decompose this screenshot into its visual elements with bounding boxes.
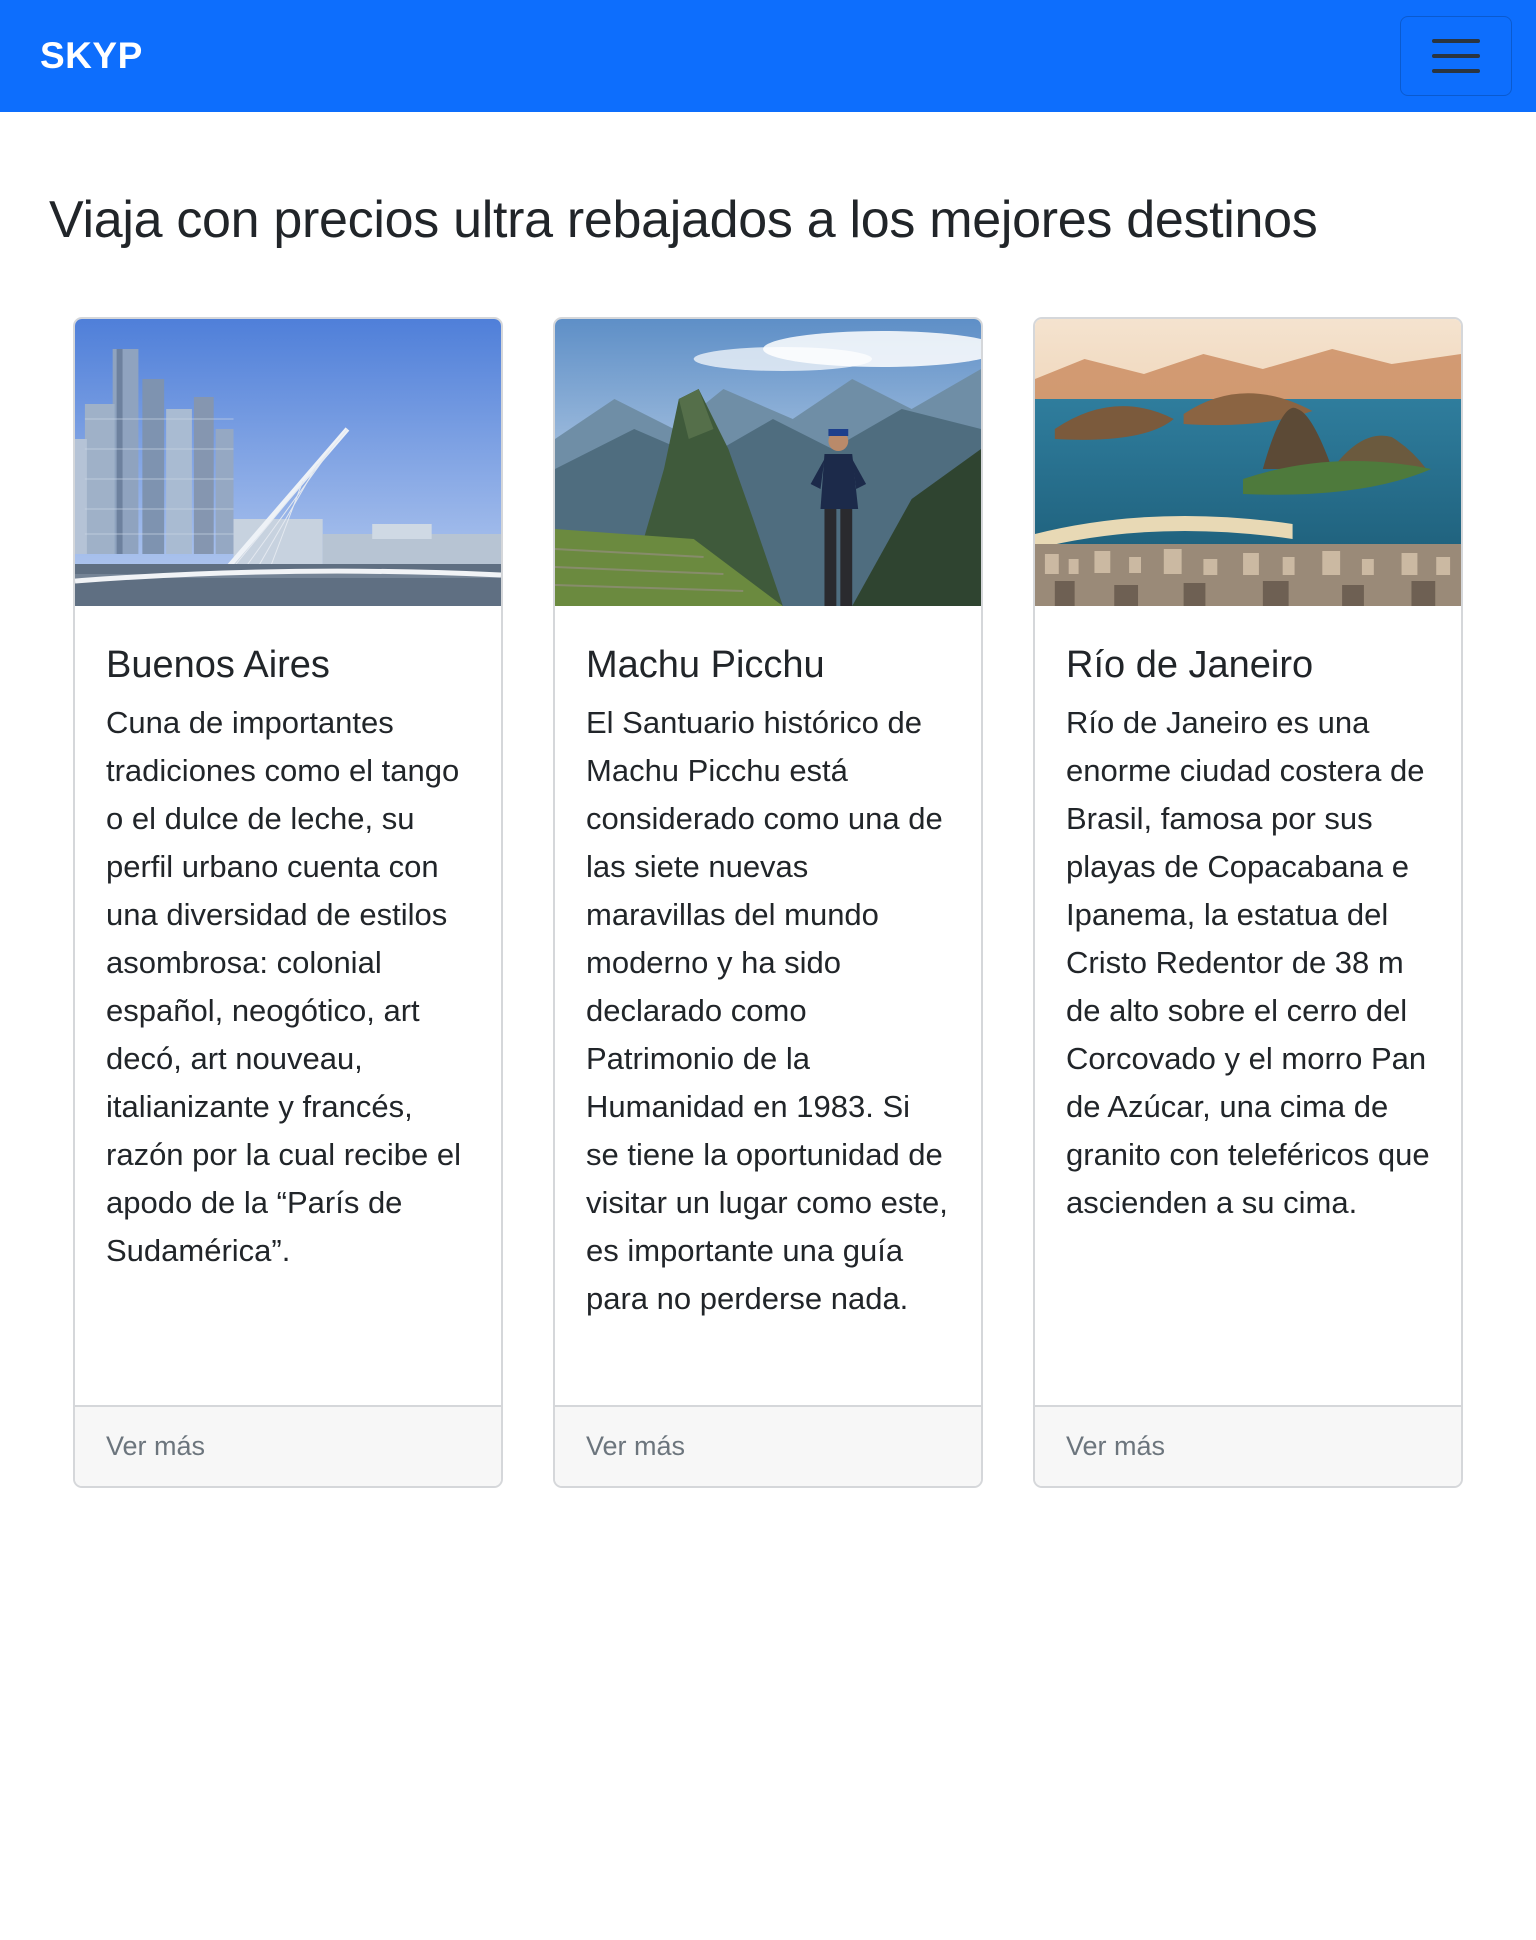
- card-title: Machu Picchu: [586, 644, 825, 686]
- ver-mas-link[interactable]: Ver más: [106, 1431, 205, 1462]
- destination-card-machu-picchu: Machu Picchu El Santuario histórico de M…: [553, 317, 983, 1488]
- machu-picchu-mountains-photo: [555, 319, 981, 606]
- card-title: Río de Janeiro: [1066, 644, 1314, 686]
- rio-de-janeiro-bay-photo: [1035, 319, 1461, 606]
- card-footer: Ver más: [75, 1405, 501, 1486]
- navbar: SKYP: [0, 0, 1536, 112]
- card-text: Río de Janeiro es una enorme ciudad cost…: [1066, 705, 1430, 1220]
- card-title: Buenos Aires: [106, 644, 330, 686]
- destination-card-buenos-aires: Buenos Aires Cuna de importantes tradici…: [73, 317, 503, 1488]
- hamburger-menu-icon: [1432, 54, 1480, 58]
- brand-logo[interactable]: SKYP: [40, 35, 143, 77]
- hamburger-menu-icon: [1432, 69, 1480, 73]
- card-body: Buenos Aires Cuna de importantes tradici…: [75, 606, 501, 1405]
- buenos-aires-skyline-photo: [75, 319, 501, 606]
- card-text: El Santuario histórico de Machu Picchu e…: [586, 705, 948, 1316]
- card-footer: Ver más: [555, 1405, 981, 1486]
- card-body: Río de Janeiro Río de Janeiro es una eno…: [1035, 606, 1461, 1405]
- card-body: Machu Picchu El Santuario histórico de M…: [555, 606, 981, 1405]
- destination-cards: Buenos Aires Cuna de importantes tradici…: [73, 317, 1463, 1488]
- card-footer: Ver más: [1035, 1405, 1461, 1486]
- page-title: Viaja con precios ultra rebajados a los …: [49, 191, 1318, 249]
- card-text: Cuna de importantes tradiciones como el …: [106, 705, 461, 1268]
- ver-mas-link[interactable]: Ver más: [586, 1431, 685, 1462]
- ver-mas-link[interactable]: Ver más: [1066, 1431, 1165, 1462]
- destination-card-rio-de-janeiro: Río de Janeiro Río de Janeiro es una eno…: [1033, 317, 1463, 1488]
- navbar-toggler-button[interactable]: [1400, 16, 1512, 96]
- hamburger-menu-icon: [1432, 39, 1480, 43]
